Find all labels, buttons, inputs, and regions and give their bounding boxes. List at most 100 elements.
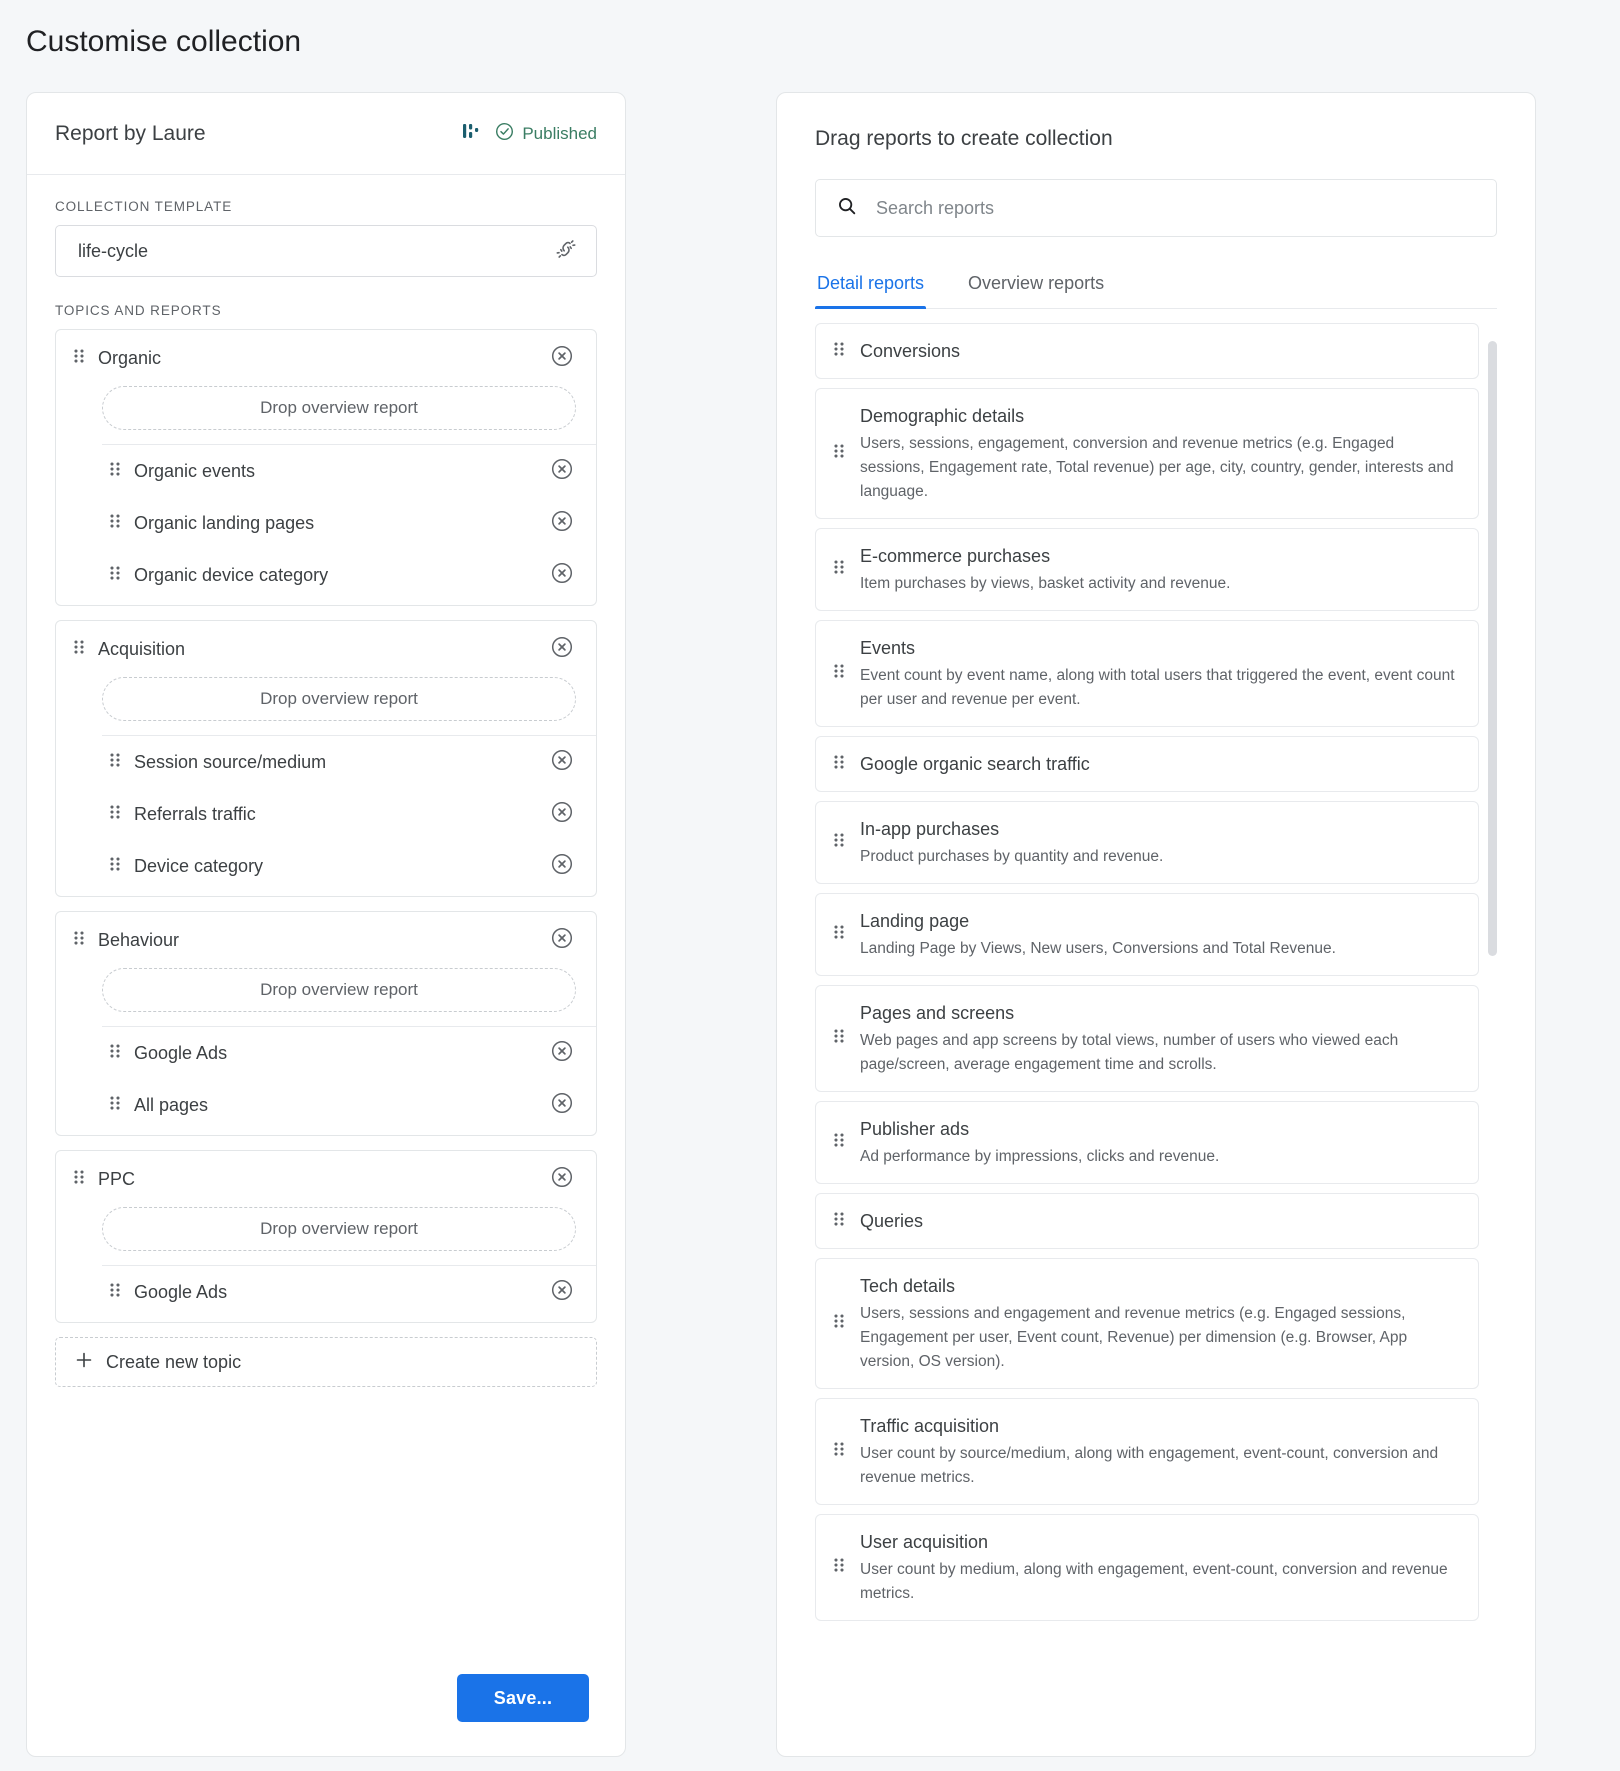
report-card-description: Item purchases by views, basket activity…	[860, 575, 1231, 592]
remove-icon[interactable]	[550, 852, 574, 881]
drag-handle-icon[interactable]	[832, 923, 846, 946]
remove-icon[interactable]	[550, 800, 574, 829]
report-card-title: Traffic acquisition	[860, 1416, 1000, 1436]
report-card-title: E-commerce purchases	[860, 546, 1051, 566]
collection-template-field[interactable]: life-cycle	[55, 225, 597, 277]
topic-title: PPC	[98, 1168, 136, 1189]
status-badge: Published	[495, 122, 597, 146]
remove-icon[interactable]	[550, 1091, 574, 1120]
drop-overview-report-zone[interactable]: Drop overview report	[102, 968, 576, 1012]
report-card-text: Publisher ads Ad performance by impressio…	[860, 1116, 1460, 1169]
search-input[interactable]	[874, 196, 1476, 220]
topic-report-row[interactable]: Google Ads	[56, 1266, 596, 1318]
topic-report-row[interactable]: All pages	[56, 1079, 596, 1131]
tab-detail-reports[interactable]: Detail reports	[815, 269, 927, 309]
topic-report-label: Device category	[134, 855, 264, 876]
report-card[interactable]: Pages and screens Web pages and app scree…	[815, 985, 1479, 1092]
drag-handle-icon[interactable]	[72, 638, 86, 661]
tab-overview-reports[interactable]: Overview reports	[966, 269, 1106, 308]
report-card-description: Landing Page by Views, New users, Conver…	[860, 940, 1336, 957]
drag-handle-icon[interactable]	[832, 662, 846, 685]
topic-report-row[interactable]: Organic landing pages	[56, 497, 596, 549]
drag-handle-icon[interactable]	[72, 929, 86, 952]
drag-handle-icon[interactable]	[832, 1210, 846, 1233]
drag-handle-icon[interactable]	[108, 460, 122, 483]
remove-icon[interactable]	[550, 748, 574, 777]
report-card[interactable]: Landing page Landing Page by Views, New u…	[815, 893, 1479, 976]
report-card[interactable]: Events Event count by event name, along w…	[815, 620, 1479, 727]
drag-handle-icon[interactable]	[832, 1027, 846, 1050]
topic-header[interactable]: PPC	[56, 1151, 596, 1207]
report-card-title: User acquisition	[860, 1532, 989, 1552]
topic-header[interactable]: Acquisition	[56, 621, 596, 677]
topic-report-row[interactable]: Google Ads	[56, 1027, 596, 1079]
topic-report-row[interactable]: Device category	[56, 840, 596, 892]
report-card[interactable]: In-app purchases Product purchases by qua…	[815, 801, 1479, 884]
drag-handle-icon[interactable]	[108, 751, 122, 774]
drag-handle-icon[interactable]	[108, 1042, 122, 1065]
report-list-scrollbar-thumb[interactable]	[1488, 341, 1497, 956]
create-new-topic-button[interactable]: Create new topic	[55, 1337, 597, 1387]
drag-handle-icon[interactable]	[832, 442, 846, 465]
drag-handle-icon[interactable]	[832, 1312, 846, 1335]
remove-icon[interactable]	[550, 344, 574, 373]
remove-icon[interactable]	[550, 509, 574, 538]
report-card[interactable]: Traffic acquisition User count by source/…	[815, 1398, 1479, 1505]
topic-report-label: Organic events	[134, 460, 256, 481]
drag-handle-icon[interactable]	[72, 1168, 86, 1191]
report-card-title: Queries	[860, 1211, 924, 1231]
report-card[interactable]: Conversions	[815, 323, 1479, 379]
topic-report-row[interactable]: Organic events	[56, 445, 596, 497]
drop-overview-report-zone[interactable]: Drop overview report	[102, 386, 576, 430]
report-card[interactable]: User acquisition User count by medium, al…	[815, 1514, 1479, 1621]
drop-overview-report-zone[interactable]: Drop overview report	[102, 677, 576, 721]
drag-handle-icon[interactable]	[108, 803, 122, 826]
report-cards-container: Conversions Demographic details Users, ses…	[815, 323, 1479, 1621]
report-card[interactable]: E-commerce purchases Item purchases by vi…	[815, 528, 1479, 611]
drag-handle-icon[interactable]	[108, 855, 122, 878]
unlink-icon[interactable]	[554, 237, 578, 266]
drag-handle-icon[interactable]	[832, 558, 846, 581]
report-list-scrollbar[interactable]	[1488, 323, 1497, 1621]
drag-handle-icon[interactable]	[832, 831, 846, 854]
topic-header[interactable]: Behaviour	[56, 912, 596, 968]
report-card-description: Product purchases by quantity and revenu…	[860, 848, 1164, 865]
search-reports-box[interactable]	[815, 179, 1497, 237]
two-column-layout: Report by Laure Published COLLECTION TEM…	[0, 62, 1620, 1757]
topic-title: Acquisition	[98, 638, 186, 659]
remove-icon[interactable]	[550, 561, 574, 590]
drag-handle-icon[interactable]	[108, 1094, 122, 1117]
topic-report-row[interactable]: Organic device category	[56, 549, 596, 601]
drag-handle-icon[interactable]	[832, 1440, 846, 1463]
topic-card: Organic Drop overview report Organic event…	[55, 329, 597, 606]
drag-handle-icon[interactable]	[72, 347, 86, 370]
remove-icon[interactable]	[550, 1165, 574, 1194]
topic-report-label: Organic device category	[134, 564, 329, 585]
drag-handle-icon[interactable]	[832, 753, 846, 776]
remove-icon[interactable]	[550, 926, 574, 955]
collection-name: Report by Laure	[55, 121, 206, 145]
topic-report-row[interactable]: Referrals traffic	[56, 788, 596, 840]
drag-handle-icon[interactable]	[108, 564, 122, 587]
remove-icon[interactable]	[550, 457, 574, 486]
report-card[interactable]: Queries	[815, 1193, 1479, 1249]
report-card-text: Google organic search traffic	[860, 751, 1460, 777]
save-button[interactable]: Save...	[457, 1674, 589, 1722]
drag-handle-icon[interactable]	[832, 1556, 846, 1579]
report-card[interactable]: Demographic details Users, sessions, enga…	[815, 388, 1479, 519]
drag-handle-icon[interactable]	[108, 512, 122, 535]
remove-icon[interactable]	[550, 1039, 574, 1068]
topic-header[interactable]: Organic	[56, 330, 596, 386]
remove-icon[interactable]	[550, 635, 574, 664]
report-card[interactable]: Publisher ads Ad performance by impressio…	[815, 1101, 1479, 1184]
report-card-description: Users, sessions and engagement and reven…	[860, 1305, 1408, 1370]
topic-report-row[interactable]: Session source/medium	[56, 736, 596, 788]
report-card[interactable]: Tech details Users, sessions and engageme…	[815, 1258, 1479, 1389]
drag-handle-icon[interactable]	[832, 1131, 846, 1154]
drop-overview-report-zone[interactable]: Drop overview report	[102, 1207, 576, 1251]
drag-handle-icon[interactable]	[108, 1281, 122, 1304]
drag-handle-icon[interactable]	[832, 340, 846, 363]
report-card[interactable]: Google organic search traffic	[815, 736, 1479, 792]
collection-header-status: Published	[461, 121, 597, 146]
remove-icon[interactable]	[550, 1278, 574, 1307]
